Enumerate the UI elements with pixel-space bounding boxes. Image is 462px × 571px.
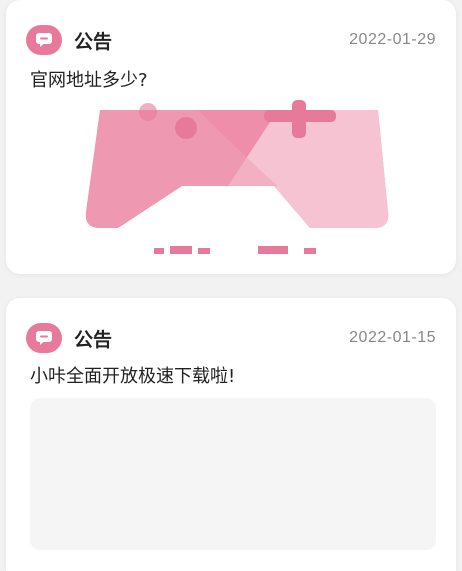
notice-card[interactable]: 公告 2022-01-29 官网地址多少? [6, 0, 456, 274]
notice-title[interactable]: 小咔全面开放极速下载啦! [30, 362, 235, 388]
image-placeholder [30, 398, 436, 550]
message-bubble-icon [26, 323, 62, 353]
notice-card[interactable]: 公告 2022-01-15 小咔全面开放极速下载啦! [6, 298, 456, 571]
gamepad-banner-image [85, 100, 389, 254]
notice-header: 公告 2022-01-29 [26, 24, 436, 56]
notice-type-label: 公告 [74, 328, 113, 351]
notice-date: 2022-01-15 [349, 329, 436, 346]
notice-header: 公告 2022-01-15 [26, 322, 436, 354]
notice-title[interactable]: 官网地址多少? [30, 66, 148, 92]
message-bubble-icon [26, 25, 62, 55]
notice-type-label: 公告 [74, 30, 113, 53]
notice-date: 2022-01-29 [349, 31, 436, 48]
